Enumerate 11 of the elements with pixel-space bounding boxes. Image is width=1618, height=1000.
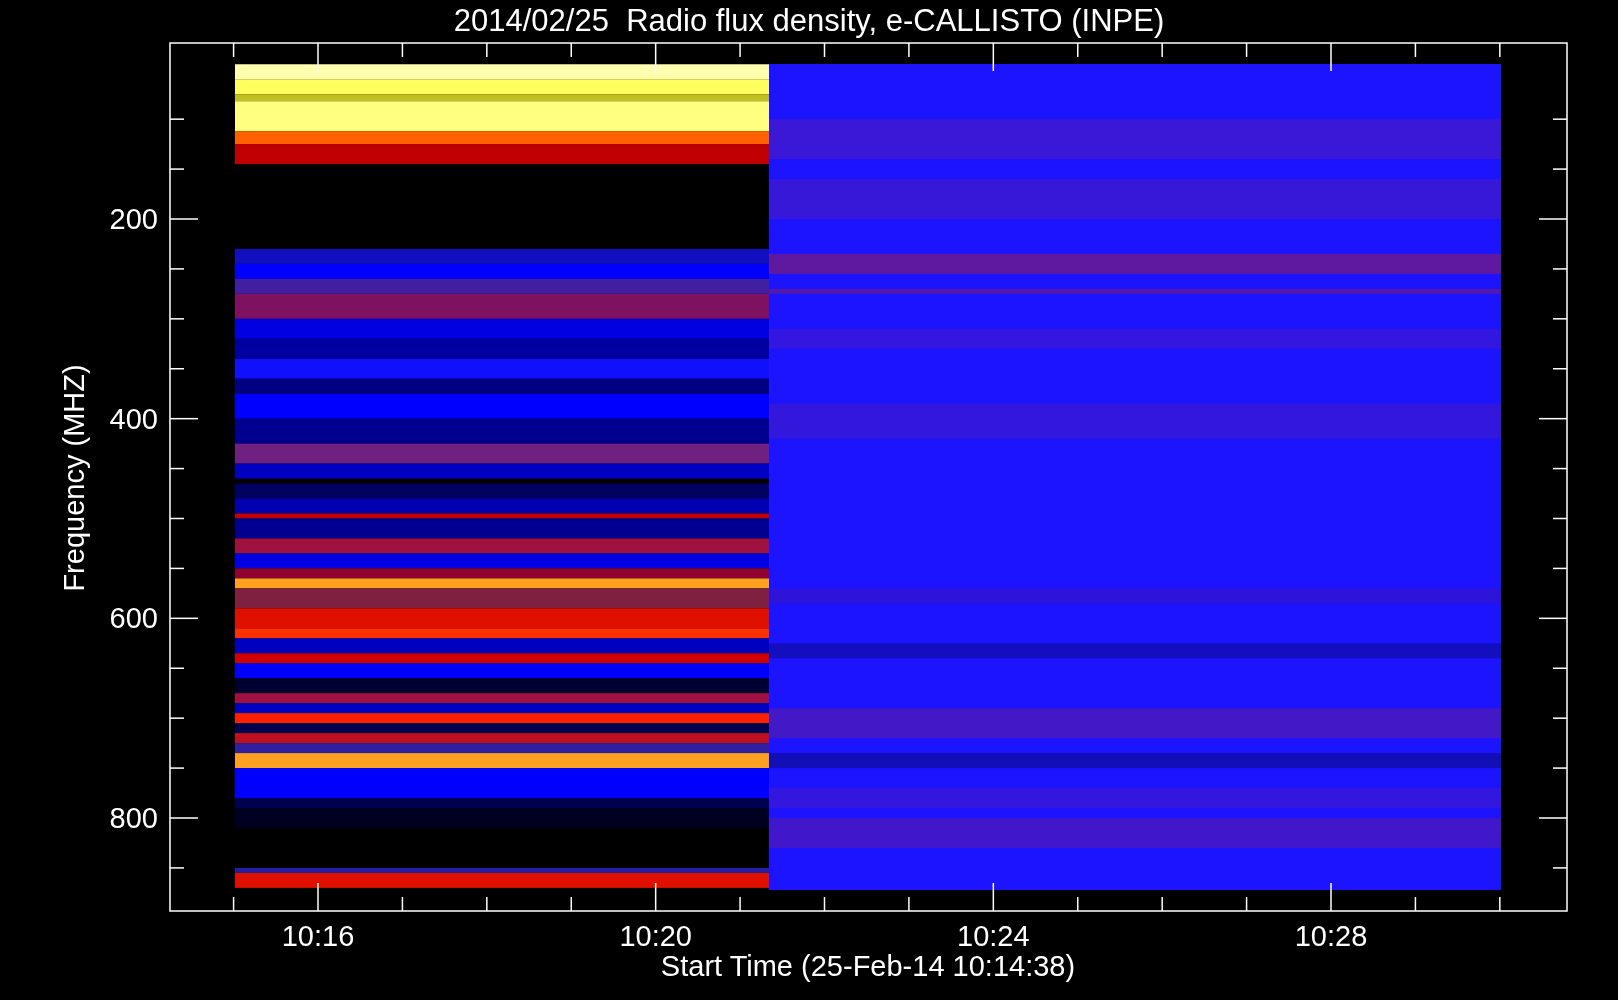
chart-title: 2014/02/25 Radio flux density, e-CALLISTO (INPE) bbox=[453, 3, 1165, 38]
x-tick-label: 10:20 bbox=[619, 920, 692, 952]
x-axis-label: Start Time (25-Feb-14 10:14:38) bbox=[660, 950, 1076, 982]
y-axis-label: Frequency (MHZ) bbox=[58, 364, 90, 592]
x-tick-label: 10:16 bbox=[281, 920, 355, 952]
y-tick-label: 800 bbox=[109, 802, 158, 834]
y-tick-label: 200 bbox=[109, 203, 158, 235]
y-tick-label: 600 bbox=[109, 602, 158, 635]
y-tick-label: 400 bbox=[109, 402, 158, 435]
x-tick-label: 10:24 bbox=[957, 920, 1030, 952]
x-tick-label: 10:28 bbox=[1294, 920, 1368, 952]
